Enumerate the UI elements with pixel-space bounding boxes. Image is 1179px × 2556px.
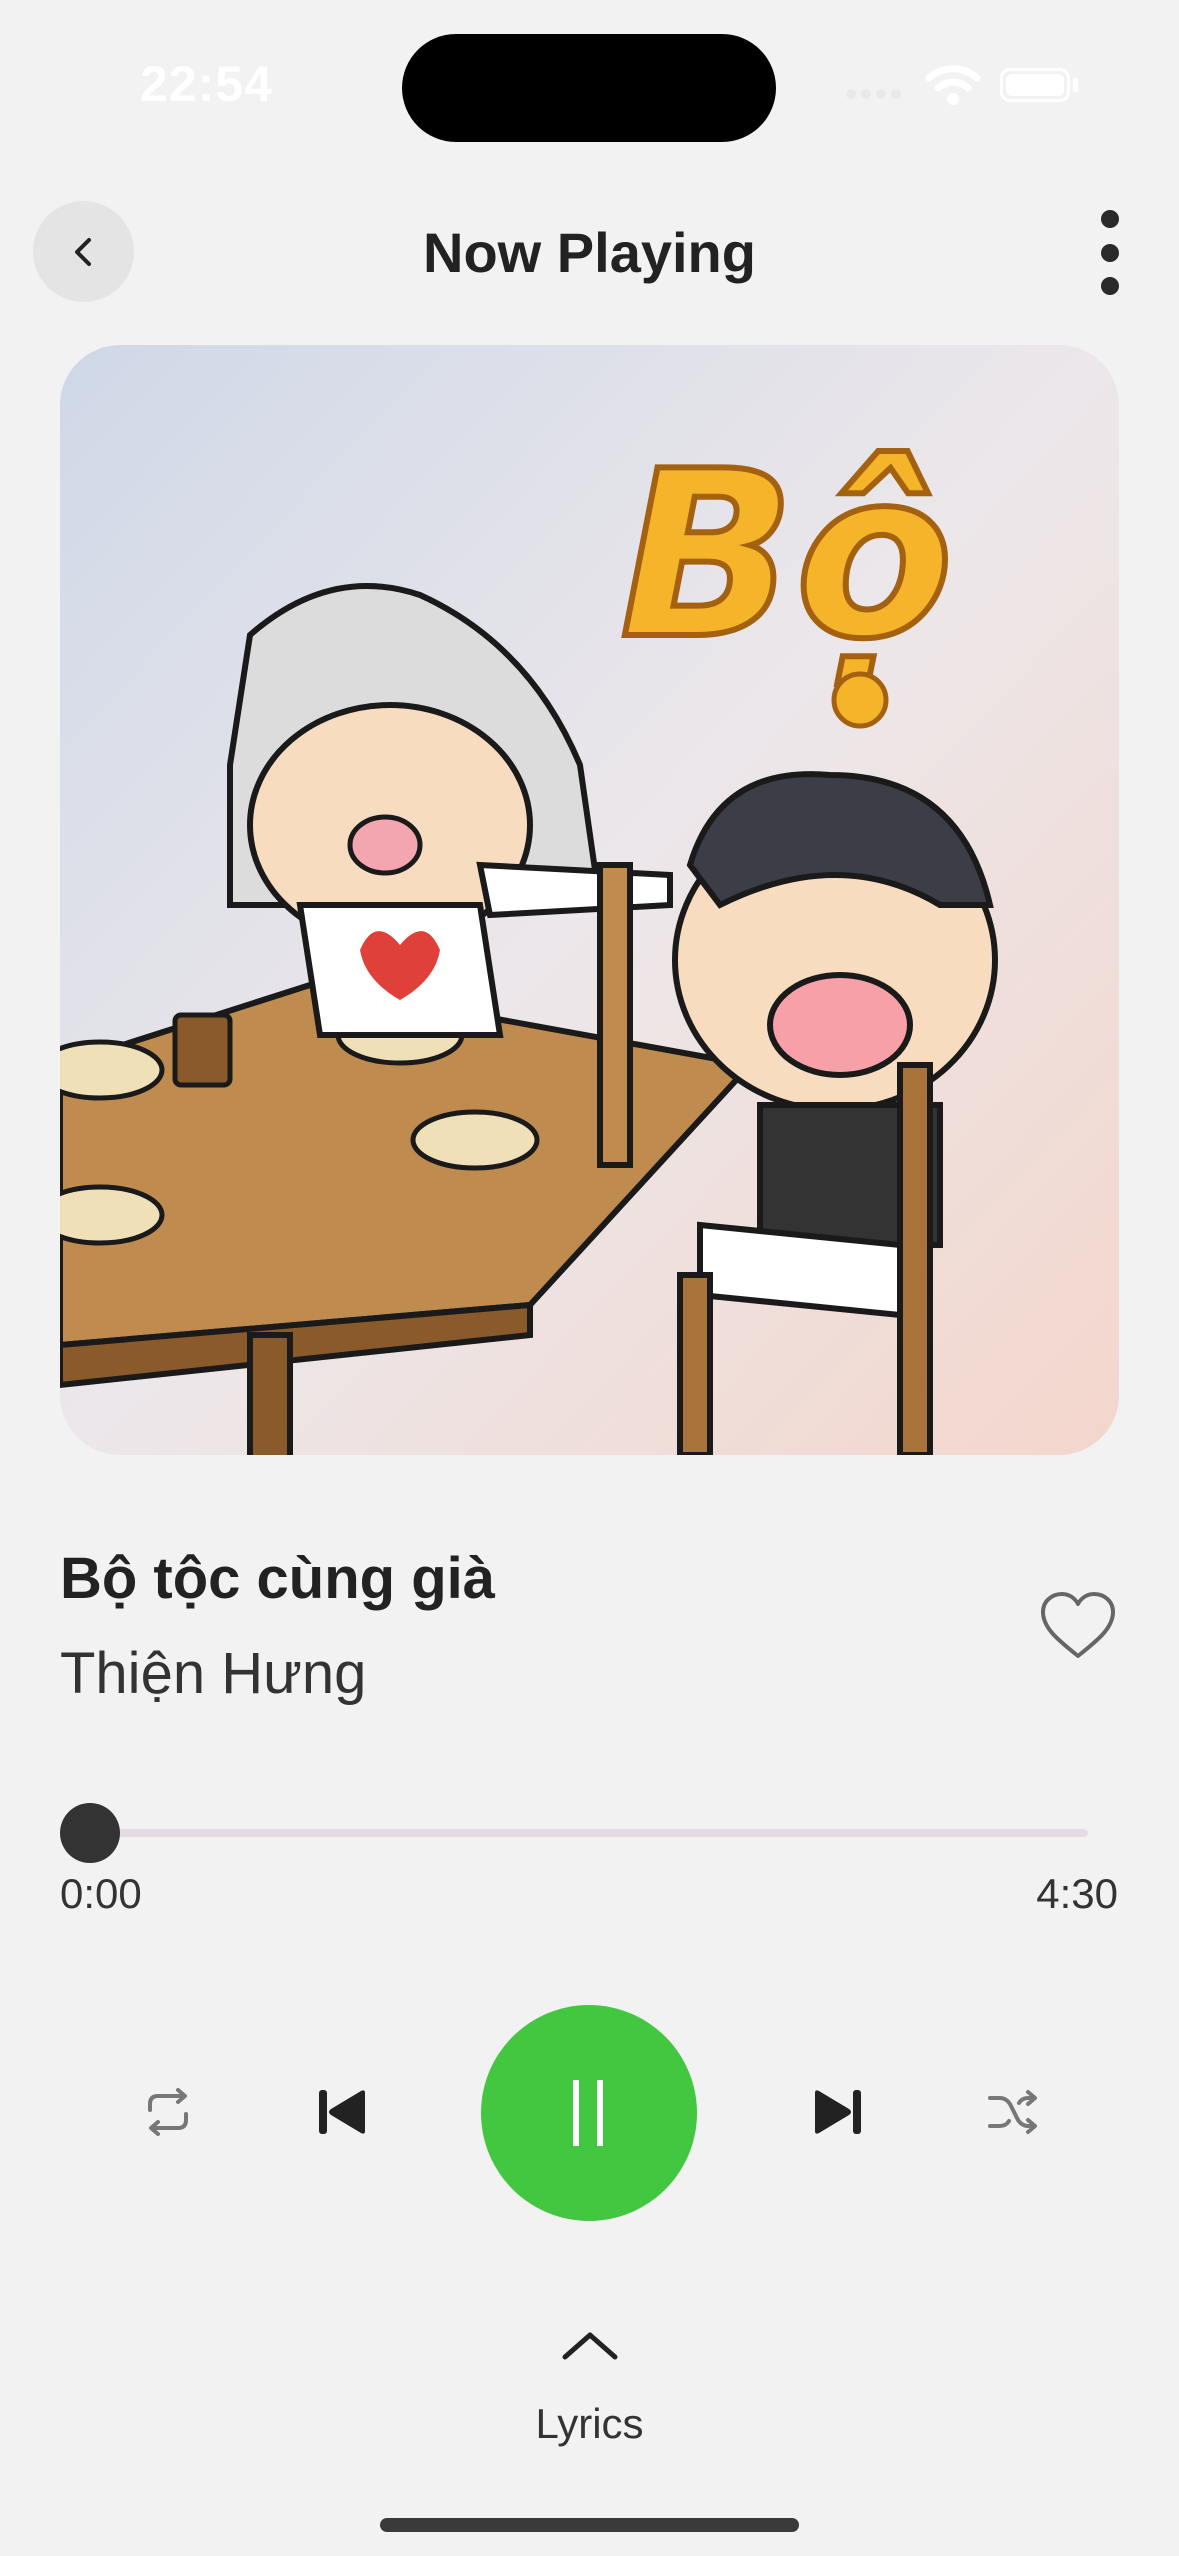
status-time: 22:54	[140, 56, 273, 112]
pause-button[interactable]	[481, 2005, 697, 2221]
more-options-button[interactable]	[1085, 210, 1135, 295]
pause-icon	[573, 2080, 603, 2146]
album-artwork: Bộ	[60, 345, 1119, 1455]
skip-previous-icon	[319, 2090, 365, 2134]
skip-next-icon	[815, 2090, 861, 2134]
chevron-up-icon[interactable]	[555, 2325, 625, 2365]
total-duration: 4:30	[1036, 1870, 1118, 1917]
battery-icon	[1000, 68, 1070, 102]
dynamic-island	[402, 34, 776, 142]
repeat-icon	[148, 2088, 188, 2136]
elapsed-time: 0:00	[60, 1870, 142, 1917]
artwork-illustration: Bộ	[60, 345, 1119, 1455]
shuffle-icon	[988, 2090, 1037, 2134]
shuffle-button[interactable]	[972, 2072, 1052, 2152]
home-indicator	[380, 2518, 799, 2532]
repeat-button[interactable]	[128, 2072, 208, 2152]
heart-icon[interactable]	[1038, 1590, 1118, 1662]
next-button[interactable]	[797, 2072, 877, 2152]
progress-handle[interactable]	[60, 1803, 120, 1863]
progress-track[interactable]	[90, 1829, 1088, 1837]
more-dot	[1101, 210, 1119, 228]
wifi-icon	[925, 65, 981, 105]
more-dot	[1101, 243, 1119, 262]
battery-tip	[1073, 78, 1078, 92]
artist-name[interactable]: Thiện Hưng	[60, 1640, 366, 1707]
previous-button[interactable]	[303, 2072, 383, 2152]
cellular-signal-icon	[846, 89, 901, 99]
lyrics-button[interactable]: Lyrics	[0, 2400, 1179, 2448]
artwork-title-lettering: Bộ	[620, 423, 953, 690]
page-title: Now Playing	[423, 221, 756, 284]
song-title: Bộ tộc cùng già	[60, 1546, 495, 1611]
more-dot	[1101, 277, 1119, 295]
